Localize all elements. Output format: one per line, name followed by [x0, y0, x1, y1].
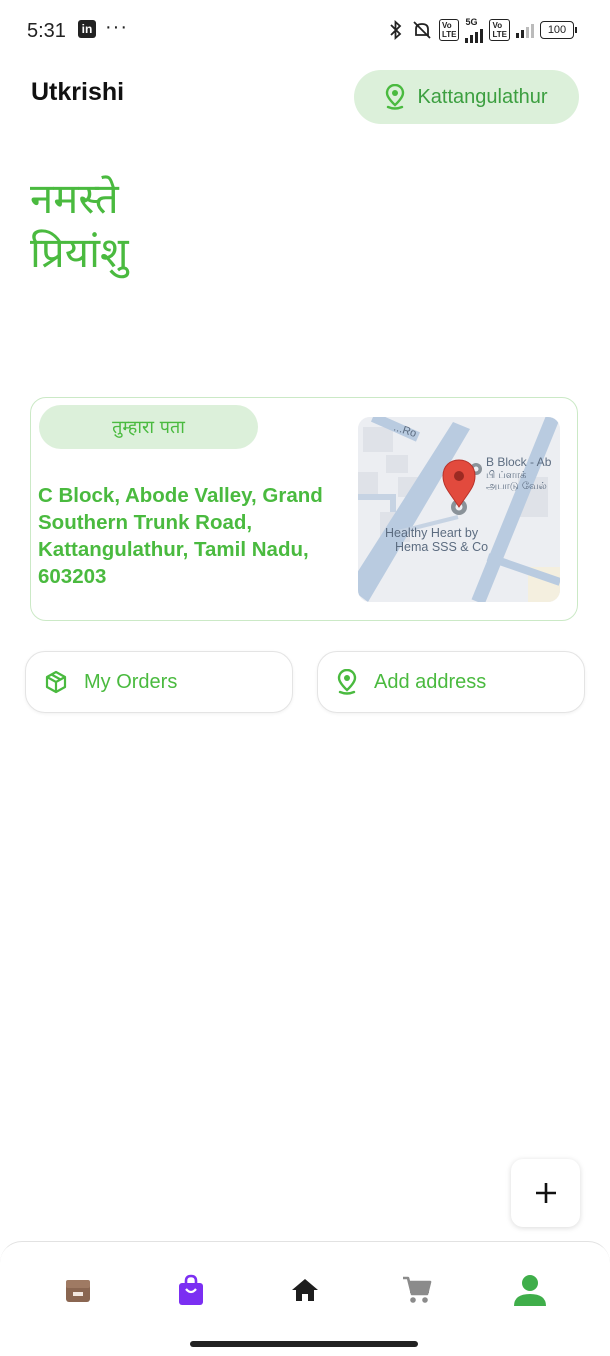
nav-profile[interactable] — [510, 1270, 550, 1310]
add-address-button[interactable]: Add address — [317, 651, 585, 713]
location-pin-icon — [386, 84, 405, 110]
signal-icon — [516, 22, 534, 38]
nav-cart[interactable] — [397, 1270, 437, 1310]
nav-store[interactable] — [58, 1270, 98, 1310]
status-icons: Vo LTE 5G Vo LTE 100 — [387, 17, 577, 43]
shopping-bag-icon — [179, 1274, 203, 1305]
home-icon — [292, 1279, 318, 1301]
my-orders-button[interactable]: My Orders — [25, 651, 293, 713]
mute-icon — [413, 21, 431, 39]
greeting: नमस्ते प्रियांशु — [30, 172, 129, 280]
app-title: Utkrishi — [31, 78, 125, 106]
bottom-nav — [0, 1241, 610, 1356]
nav-home[interactable] — [285, 1270, 325, 1310]
add-address-label: Add address — [374, 670, 487, 693]
location-chip[interactable]: Kattangulathur — [354, 70, 579, 124]
store-icon — [66, 1280, 90, 1302]
cart-icon — [403, 1276, 432, 1303]
svg-text:Healthy Heart by: Healthy Heart by — [385, 526, 479, 540]
address-text: C Block, Abode Valley, Grand Southern Tr… — [38, 484, 323, 588]
svg-text:அபாடு வேல்: அபாடு வேல் — [486, 481, 547, 492]
location-label: Kattangulathur — [417, 85, 548, 108]
battery-icon: 100 — [540, 21, 577, 39]
greeting-hello: नमस्ते — [30, 174, 119, 223]
volte-badge-2: Vo LTE — [489, 19, 510, 41]
plus-icon — [535, 1183, 556, 1203]
nav-shop[interactable] — [171, 1270, 211, 1310]
svg-text:Hema SSS & Co: Hema SSS & Co — [395, 540, 488, 554]
linkedin-icon: in — [78, 20, 96, 38]
map-graphic: ...Ro B Block - Ab பி ப்ளாக் அபாடு வேல் … — [358, 417, 560, 602]
location-pin-icon — [336, 669, 358, 695]
profile-icon — [514, 1275, 546, 1306]
bluetooth-icon — [390, 20, 402, 40]
volte-badge: Vo LTE — [438, 19, 460, 41]
address-card[interactable]: तुम्हारा पता C Block, Abode Valley, Gran… — [30, 397, 578, 621]
status-time: 5:31 — [27, 20, 66, 42]
greeting-name: प्रियांशु — [30, 228, 129, 277]
signal-5g-icon: 5G — [465, 17, 484, 43]
address-tag: तुम्हारा पता — [39, 405, 258, 449]
svg-text:பி ப்ளாக்: பி ப்ளாக் — [486, 470, 526, 481]
package-icon — [44, 670, 68, 694]
home-indicator — [190, 1341, 418, 1347]
my-orders-label: My Orders — [84, 670, 178, 693]
more-notifications-icon: ··· — [105, 16, 128, 38]
add-fab-button[interactable] — [511, 1159, 580, 1227]
status-bar: 5:31 in ··· Vo LTE 5G Vo LTE 100 — [0, 0, 610, 60]
map-thumbnail[interactable]: ...Ro B Block - Ab பி ப்ளாக் அபாடு வேல் … — [358, 417, 560, 602]
svg-text:B Block - Ab: B Block - Ab — [486, 455, 552, 469]
